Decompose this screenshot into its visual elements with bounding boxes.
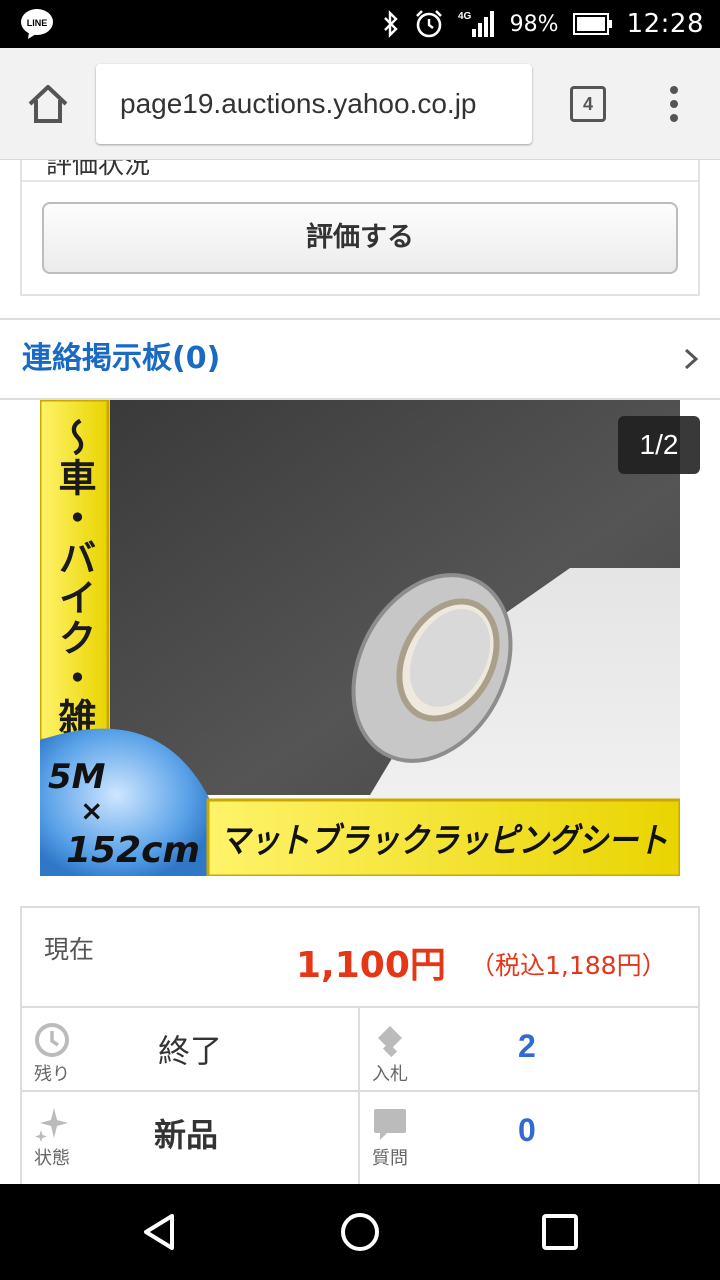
- message-board-label: 連絡掲示板(0): [22, 341, 221, 376]
- remaining-time-cell: 残り 終了: [22, 1008, 358, 1092]
- condition-cell: 状態 新品: [22, 1092, 358, 1176]
- clock: 12:28: [626, 9, 704, 39]
- questions-label: 質問: [372, 1148, 408, 1169]
- evaluate-button[interactable]: 評価する: [42, 202, 678, 274]
- divider: [22, 180, 698, 182]
- remaining-label: 残り: [34, 1064, 70, 1085]
- current-price-value: 1,100円: [296, 945, 446, 986]
- signal-icon: 4G: [458, 11, 494, 37]
- status-bar: LINE 4G 98% 12:28: [0, 0, 720, 48]
- questions-count: 0: [518, 1112, 536, 1148]
- remaining-value: 終了: [158, 1032, 223, 1070]
- home-circle-icon[interactable]: [336, 1208, 384, 1256]
- gavel-icon: [378, 1026, 402, 1058]
- bids-count: 2: [518, 1028, 536, 1064]
- product-photo: 〜車・バイク・雑貨〜 5M × 152cm マットブラックラッピングシート: [40, 400, 680, 876]
- condition-value: 新品: [154, 1116, 219, 1154]
- url-text: page19.auctions.yahoo.co.jp: [120, 88, 477, 119]
- back-icon[interactable]: [136, 1208, 184, 1256]
- home-icon[interactable]: [22, 78, 74, 130]
- price-row: 現在 1,100円 （税込1,188円）: [22, 908, 698, 1008]
- battery-percent: 98%: [509, 11, 559, 37]
- android-nav-bar: [0, 1184, 720, 1280]
- condition-label: 状態: [34, 1148, 70, 1169]
- image-counter: 1/2: [618, 416, 700, 474]
- network-type: 4G: [458, 11, 472, 22]
- sparkle-icon: [35, 1108, 68, 1142]
- bottom-banner-text: マットブラックラッピングシート: [220, 821, 668, 861]
- browser-toolbar: page19.auctions.yahoo.co.jp 4: [0, 48, 720, 160]
- bluetooth-icon: [383, 10, 398, 38]
- alarm-icon: [415, 10, 442, 38]
- evaluation-panel: 評価状況 評価する: [20, 160, 700, 296]
- product-image[interactable]: 〜車・バイク・雑貨〜 5M × 152cm マットブラックラッピングシート: [40, 400, 680, 876]
- address-bar[interactable]: page19.auctions.yahoo.co.jp: [96, 64, 532, 144]
- message-board-link[interactable]: 連絡掲示板(0): [0, 318, 720, 400]
- recents-icon[interactable]: [536, 1208, 584, 1256]
- bids-label: 入札: [372, 1064, 408, 1085]
- current-price-label: 現在: [44, 935, 95, 964]
- size-badge-line1: 5M: [48, 757, 106, 797]
- evaluation-section-heading: 評価状況: [46, 160, 151, 180]
- price-with-tax: （税込1,188円）: [470, 951, 667, 980]
- svg-text:LINE: LINE: [27, 18, 48, 28]
- battery-icon: [572, 13, 612, 35]
- bids-cell[interactable]: 入札 2: [360, 1008, 698, 1092]
- clock-icon: [35, 1023, 69, 1057]
- auction-info-table: 現在 1,100円 （税込1,188円） 残り 終了 入札 2 状態 新品 質問…: [20, 906, 700, 1184]
- questions-cell[interactable]: 質問 0: [360, 1092, 698, 1176]
- overflow-menu-icon[interactable]: [660, 82, 688, 126]
- line-app-icon: LINE: [21, 9, 53, 39]
- size-badge-line2: ×: [80, 794, 103, 827]
- size-badge-line3: 152cm: [66, 830, 200, 871]
- tab-switcher-button[interactable]: 4: [570, 86, 606, 122]
- chevron-right-icon: [684, 348, 699, 370]
- speech-bubble-icon: [374, 1109, 406, 1140]
- page-content: 評価状況 評価する 連絡掲示板(0) 〜車・バイク・雑貨〜 5M × 152cm…: [0, 160, 720, 1184]
